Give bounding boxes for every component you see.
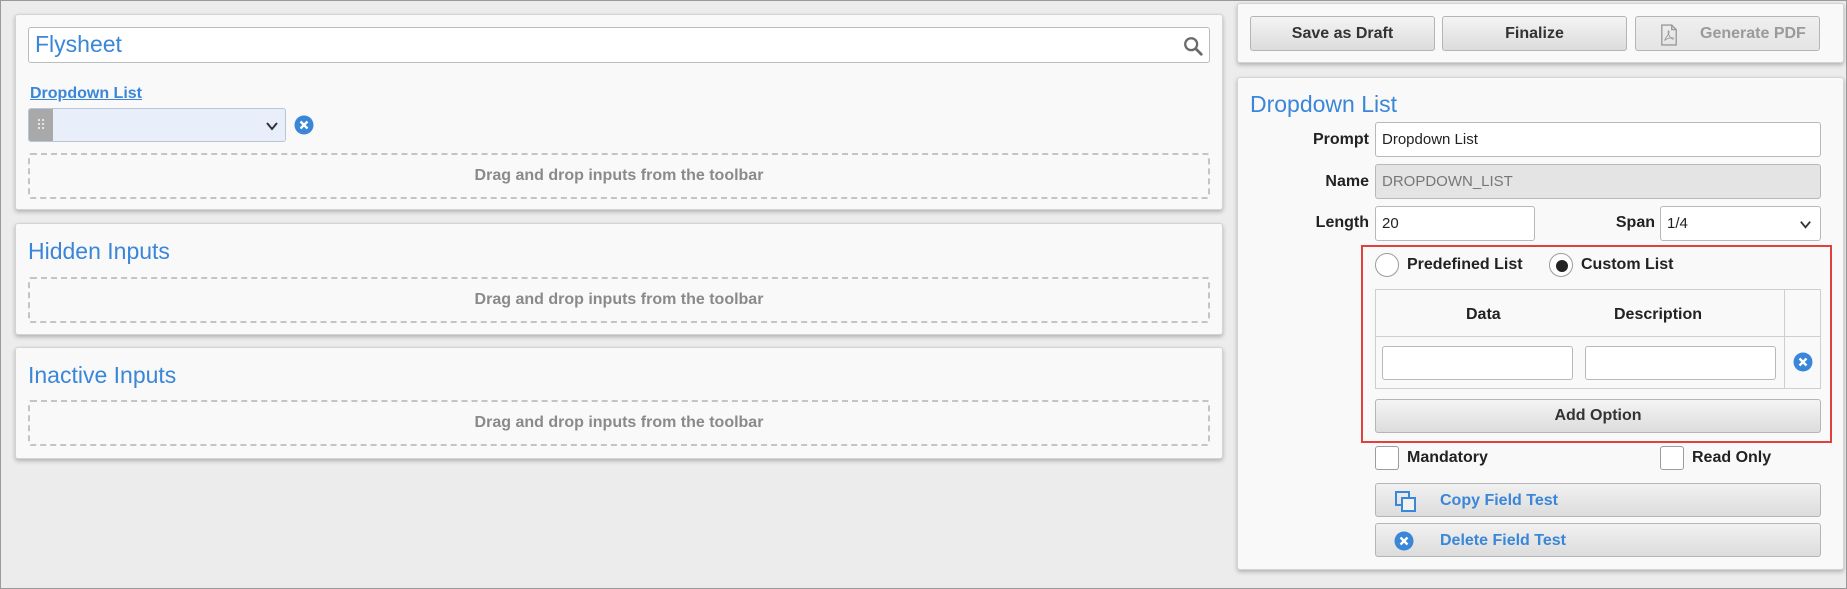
generate-pdf-button[interactable]: Generate PDF — [1635, 16, 1820, 51]
add-option-button[interactable]: Add Option — [1375, 399, 1821, 433]
custom-list-label[interactable]: Custom List — [1581, 256, 1673, 274]
form-panel: Flysheet Dropdown List ⠿ Drag and drop i… — [15, 14, 1223, 210]
form-title: Flysheet — [35, 31, 122, 57]
form-dropzone[interactable]: Drag and drop inputs from the toolbar — [28, 153, 1210, 199]
name-label: Name — [1325, 173, 1369, 190]
copy-field-label: Copy Field Test — [1440, 492, 1558, 509]
drag-handle-icon[interactable]: ⠿ — [29, 109, 53, 141]
delete-field-label: Delete Field Test — [1440, 532, 1566, 549]
description-column-header: Description — [1614, 306, 1703, 323]
inactive-inputs-title: Inactive Inputs — [28, 362, 177, 388]
table-header-divider — [1376, 336, 1820, 337]
inactive-inputs-dropzone[interactable]: Drag and drop inputs from the toolbar — [28, 400, 1210, 446]
chevron-down-icon — [266, 122, 278, 131]
length-label: Length — [1315, 214, 1369, 231]
pdf-file-icon — [1661, 24, 1677, 46]
properties-title: Dropdown List — [1250, 91, 1398, 117]
table-column-divider — [1784, 290, 1785, 388]
save-draft-button[interactable]: Save as Draft — [1250, 16, 1435, 51]
options-table: Data Description — [1375, 289, 1821, 389]
mandatory-label[interactable]: Mandatory — [1407, 449, 1488, 467]
remove-field-icon[interactable] — [294, 115, 314, 135]
dropdown-field-label[interactable]: Dropdown List — [30, 85, 142, 103]
chevron-down-icon — [1800, 221, 1811, 229]
hidden-inputs-dropzone[interactable]: Drag and drop inputs from the toolbar — [28, 277, 1210, 323]
inactive-inputs-panel: Inactive Inputs Drag and drop inputs fro… — [15, 347, 1223, 459]
name-input: DROPDOWN_LIST — [1375, 164, 1821, 199]
prompt-input[interactable]: Dropdown List — [1375, 122, 1821, 157]
prompt-label: Prompt — [1313, 131, 1369, 148]
option-description-input[interactable] — [1585, 346, 1776, 380]
search-icon[interactable] — [1182, 35, 1204, 57]
span-select[interactable]: 1/4 — [1660, 206, 1821, 241]
delete-icon — [1394, 531, 1414, 551]
data-column-header: Data — [1466, 306, 1501, 323]
remove-option-icon[interactable] — [1793, 352, 1813, 372]
custom-list-radio[interactable] — [1549, 253, 1573, 277]
read-only-label[interactable]: Read Only — [1692, 449, 1771, 467]
copy-icon — [1395, 491, 1416, 512]
length-input[interactable]: 20 — [1375, 206, 1535, 241]
mandatory-checkbox[interactable] — [1375, 446, 1399, 470]
span-label: Span — [1615, 214, 1655, 231]
delete-field-button[interactable]: Delete Field Test — [1375, 523, 1821, 557]
hidden-inputs-panel: Hidden Inputs Drag and drop inputs from … — [15, 223, 1223, 335]
form-title-bar[interactable]: Flysheet — [28, 27, 1210, 63]
finalize-button[interactable]: Finalize — [1442, 16, 1627, 51]
copy-field-button[interactable]: Copy Field Test — [1375, 483, 1821, 517]
read-only-checkbox[interactable] — [1660, 446, 1684, 470]
option-data-input[interactable] — [1382, 346, 1573, 380]
generate-pdf-label: Generate PDF — [1700, 25, 1806, 42]
predefined-list-radio[interactable] — [1375, 253, 1399, 277]
predefined-list-label[interactable]: Predefined List — [1407, 256, 1523, 274]
hidden-inputs-title: Hidden Inputs — [28, 238, 170, 264]
span-value: 1/4 — [1667, 215, 1688, 232]
dropdown-field-select[interactable]: ⠿ — [28, 108, 286, 142]
